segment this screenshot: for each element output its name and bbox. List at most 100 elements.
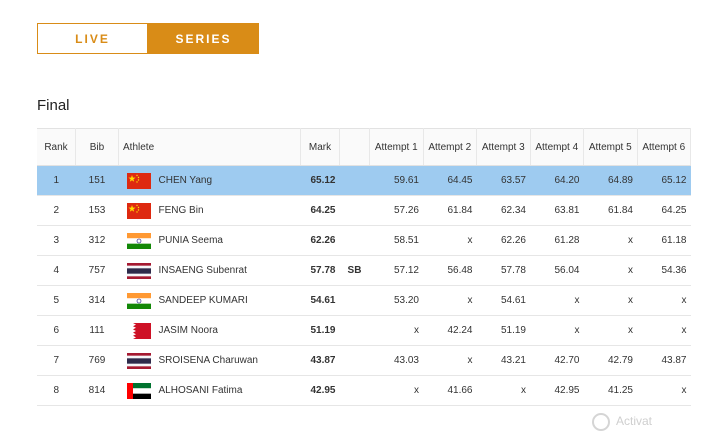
athlete-cell: ALHOSANI Fatima [118,375,301,406]
attempt-cell-1: x [369,315,423,346]
attempt-cell-5: x [583,315,637,346]
tab-series[interactable]: SERIES [148,23,259,54]
results-table: Rank Bib Athlete Mark Attempt 1 Attempt … [37,128,691,406]
athlete-name[interactable]: FENG Bin [159,205,204,216]
attempt-cell-2: 42.24 [423,315,477,346]
results-body: 1 151 CHEN Yang 65.12 59.61 64.45 63.57 64.20 64… [37,165,691,406]
table-row[interactable]: 4 757 INSAENG Subenrat 57.78 SB 57.12 56.48 57.… [37,255,691,286]
column-header-rank[interactable]: Rank [37,128,76,166]
record-note [339,315,370,346]
watermark-text: Activat [616,414,653,429]
table-row[interactable]: 2 153 FENG Bin 64.25 57.26 61.84 62.34 63.81 61.… [37,195,691,226]
attempt-cell-4: x [530,315,584,346]
column-header-attempt-1[interactable]: Attempt 1 [369,128,424,166]
column-header-attempt-5[interactable]: Attempt 5 [583,128,638,166]
column-header-attempt-4[interactable]: Attempt 4 [530,128,584,166]
mark-cell: 62.26 [300,225,340,256]
bib-cell: 757 [75,255,119,286]
attempt-cell-5: x [583,285,637,316]
attempt-cell-2: 64.45 [423,165,477,196]
rank-cell: 4 [37,255,76,286]
bib-cell: 111 [75,315,119,346]
attempt-cell-1: 43.03 [369,345,423,376]
attempt-cell-5: 61.84 [583,195,637,226]
column-header-mark[interactable]: Mark [300,128,340,166]
record-note [339,285,370,316]
athlete-cell: INSAENG Subenrat [118,255,301,286]
record-note [339,165,370,196]
bib-cell: 151 [75,165,119,196]
athlete-name[interactable]: CHEN Yang [159,175,213,186]
rank-cell: 1 [37,165,76,196]
attempt-cell-1: 58.51 [369,225,423,256]
athlete-cell: FENG Bin [118,195,301,226]
bahrain-flag-icon [126,322,151,339]
india-flag-icon [126,292,151,309]
activation-watermark: Activat [592,413,652,431]
bib-cell: 312 [75,225,119,256]
attempt-cell-6: 54.36 [637,255,691,286]
attempt-cell-3: 51.19 [476,315,530,346]
column-header-attempt-6[interactable]: Attempt 6 [637,128,691,166]
attempt-cell-6: 61.18 [637,225,691,256]
table-row[interactable]: 5 314 SANDEEP KUMARI 54.61 53.20 x 54.61 x x x [37,285,691,316]
attempt-cell-3: 54.61 [476,285,530,316]
athlete-name[interactable]: SANDEEP KUMARI [159,295,248,306]
mark-cell: 43.87 [300,345,340,376]
attempt-cell-6: 43.87 [637,345,691,376]
rank-cell: 5 [37,285,76,316]
record-note [339,225,370,256]
athlete-cell: CHEN Yang [118,165,301,196]
attempt-cell-3: x [476,375,530,406]
athlete-name[interactable]: PUNIA Seema [159,235,223,246]
table-row[interactable]: 8 814 ALHOSANI Fatima 42.95 x 41.66 x 42.95 41.2… [37,375,691,406]
athlete-name[interactable]: JASIM Noora [159,325,218,336]
table-row[interactable]: 1 151 CHEN Yang 65.12 59.61 64.45 63.57 64.20 64… [37,165,691,196]
mark-cell: 64.25 [300,195,340,226]
athlete-cell: PUNIA Seema [118,225,301,256]
china-flag-icon [126,172,151,189]
athlete-cell: SANDEEP KUMARI [118,285,301,316]
athlete-cell: SROISENA Charuwan [118,345,301,376]
bib-cell: 314 [75,285,119,316]
record-note [339,345,370,376]
bib-cell: 153 [75,195,119,226]
table-row[interactable]: 7 769 SROISENA Charuwan 43.87 43.03 x 43.21 42.… [37,345,691,376]
mark-cell: 65.12 [300,165,340,196]
rank-cell: 8 [37,375,76,406]
tab-live[interactable]: LIVE [37,23,148,54]
thailand-flag-icon [126,262,151,279]
rank-cell: 6 [37,315,76,346]
athlete-name[interactable]: SROISENA Charuwan [159,355,259,366]
attempt-cell-2: x [423,285,477,316]
table-row[interactable]: 6 111 JASIM Noora 51.19 x 42.24 51.19 x x x [37,315,691,346]
section-title: Final [37,97,70,114]
column-header-attempt-2[interactable]: Attempt 2 [423,128,477,166]
athlete-name[interactable]: INSAENG Subenrat [159,265,247,276]
column-header-athlete[interactable]: Athlete [118,128,301,166]
attempt-cell-1: 59.61 [369,165,423,196]
attempt-cell-5: x [583,225,637,256]
attempt-cell-6: 65.12 [637,165,691,196]
attempt-cell-4: 56.04 [530,255,584,286]
mark-cell: 51.19 [300,315,340,346]
column-header-bib[interactable]: Bib [75,128,119,166]
attempt-cell-1: 53.20 [369,285,423,316]
uae-flag-icon [126,382,151,399]
attempt-cell-2: 41.66 [423,375,477,406]
attempt-cell-3: 57.78 [476,255,530,286]
thailand-flag-icon [126,352,151,369]
table-row[interactable]: 3 312 PUNIA Seema 62.26 58.51 x 62.26 61.28 x 61.… [37,225,691,256]
mark-cell: 57.78 [300,255,340,286]
attempt-cell-5: 41.25 [583,375,637,406]
attempt-cell-6: x [637,315,691,346]
attempt-cell-6: x [637,375,691,406]
athlete-name[interactable]: ALHOSANI Fatima [159,385,243,396]
attempt-cell-1: x [369,375,423,406]
column-header-note [339,128,370,166]
column-header-attempt-3[interactable]: Attempt 3 [476,128,531,166]
attempt-cell-4: x [530,285,584,316]
rank-cell: 3 [37,225,76,256]
watermark-ring-icon [592,413,610,431]
attempt-cell-4: 42.95 [530,375,584,406]
